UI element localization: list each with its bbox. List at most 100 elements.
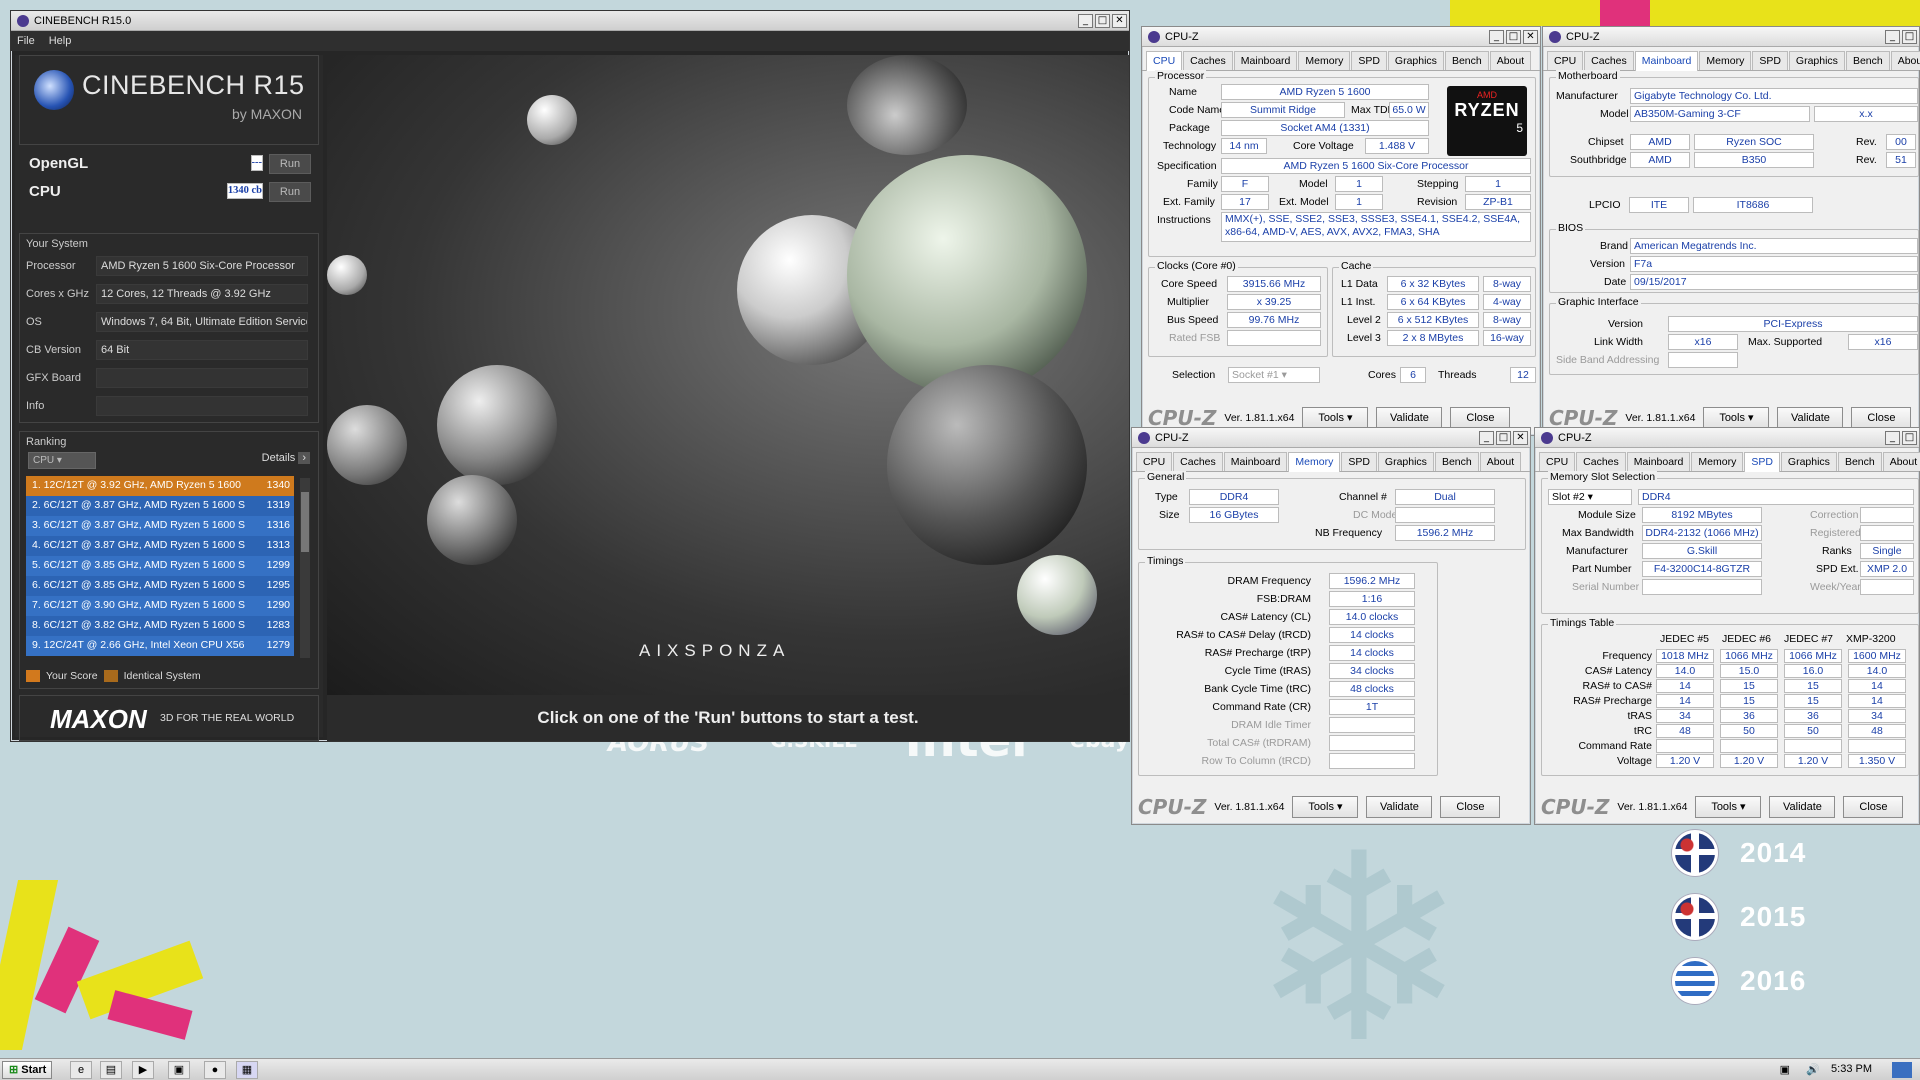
tab-cpu[interactable]: CPU	[1539, 452, 1576, 471]
title-bar[interactable]: CPU-Z _ □	[1543, 27, 1919, 47]
timing-column-header: JEDEC #6	[1722, 633, 1772, 645]
ranking-scrollbar[interactable]	[300, 478, 310, 658]
maximize-button[interactable]: □	[1902, 430, 1917, 445]
minimize-button[interactable]: _	[1489, 29, 1504, 44]
tab-graphics[interactable]: Graphics	[1387, 51, 1444, 70]
tab-spd[interactable]: SPD	[1744, 452, 1780, 472]
ranking-row[interactable]: 9. 12C/24T @ 2.66 GHz, Intel Xeon CPU X5…	[26, 636, 294, 656]
tab-graphics[interactable]: Graphics	[1788, 51, 1845, 70]
ranking-select[interactable]: CPU ▾	[28, 452, 96, 469]
minimize-button[interactable]: _	[1479, 430, 1494, 445]
tools-button[interactable]: Tools ▾	[1695, 796, 1762, 818]
ranking-row[interactable]: 8. 6C/12T @ 3.82 GHz, AMD Ryzen 5 1600 S…	[26, 616, 294, 636]
tab-caches[interactable]: Caches	[1576, 452, 1626, 471]
menu-help[interactable]: Help	[49, 35, 72, 47]
minimize-button[interactable]: _	[1078, 13, 1093, 28]
ranking-row[interactable]: 4. 6C/12T @ 3.87 GHz, AMD Ryzen 5 1600 S…	[26, 536, 294, 556]
spd-timing-cell: 36	[1720, 709, 1778, 723]
opengl-run-button[interactable]: Run	[269, 154, 311, 174]
maximize-button[interactable]: □	[1496, 430, 1511, 445]
clock[interactable]: 5:33 PM	[1831, 1063, 1872, 1075]
ranking-row[interactable]: 1. 12C/12T @ 3.92 GHz, AMD Ryzen 5 1600 1…	[26, 476, 294, 496]
bios-version-label: Version	[1590, 258, 1626, 270]
details-button[interactable]: Details ›	[262, 452, 310, 464]
spd-timing-cell: 16.0	[1784, 664, 1842, 678]
maximize-button[interactable]: □	[1902, 29, 1917, 44]
validate-button[interactable]: Validate	[1769, 796, 1836, 818]
close-app-button[interactable]: Close	[1440, 796, 1501, 818]
tab-cpu[interactable]: CPU	[1547, 51, 1584, 70]
minimize-button[interactable]: _	[1885, 430, 1900, 445]
tab-caches[interactable]: Caches	[1173, 452, 1223, 471]
close-button[interactable]: ✕	[1112, 13, 1127, 28]
tools-button[interactable]: Tools ▾	[1302, 407, 1369, 429]
tab-about[interactable]: About	[1890, 51, 1920, 70]
explorer-icon[interactable]: ▤	[100, 1061, 122, 1079]
ranking-row[interactable]: 6. 6C/12T @ 3.85 GHz, AMD Ryzen 5 1600 S…	[26, 576, 294, 596]
timing-value: 1596.2 MHz	[1329, 573, 1415, 589]
show-desktop-icon[interactable]	[1892, 1062, 1912, 1078]
volume-icon[interactable]: 🔊	[1806, 1063, 1820, 1076]
tab-graphics[interactable]: Graphics	[1377, 452, 1434, 471]
tab-about[interactable]: About	[1882, 452, 1920, 471]
tab-memory[interactable]: Memory	[1298, 51, 1351, 70]
close-button[interactable]: ✕	[1513, 430, 1528, 445]
tab-bench[interactable]: Bench	[1434, 452, 1479, 471]
close-app-button[interactable]: Close	[1450, 407, 1511, 429]
snowflake-icon: ❄	[1250, 799, 1468, 1080]
maximize-button[interactable]: □	[1506, 29, 1521, 44]
tab-graphics[interactable]: Graphics	[1780, 452, 1837, 471]
window-title: CPU-Z	[1165, 30, 1199, 43]
tab-about[interactable]: About	[1489, 51, 1532, 70]
validate-button[interactable]: Validate	[1366, 796, 1433, 818]
close-app-button[interactable]: Close	[1851, 407, 1912, 429]
close-button[interactable]: ✕	[1523, 29, 1538, 44]
ranking-row[interactable]: 7. 6C/12T @ 3.90 GHz, AMD Ryzen 5 1600 S…	[26, 596, 294, 616]
tab-mainboard[interactable]: Mainboard	[1626, 452, 1691, 471]
cpuz-taskbar-icon[interactable]: ▦	[236, 1061, 258, 1079]
title-bar[interactable]: CPU-Z _ □ ✕	[1142, 27, 1540, 47]
title-bar[interactable]: CPU-Z _ □ ✕	[1132, 428, 1530, 448]
tab-spd[interactable]: SPD	[1351, 51, 1387, 70]
ranking-row[interactable]: 3. 6C/12T @ 3.87 GHz, AMD Ryzen 5 1600 S…	[26, 516, 294, 536]
ranking-row[interactable]: 2. 6C/12T @ 3.87 GHz, AMD Ryzen 5 1600 S…	[26, 496, 294, 516]
tab-memory[interactable]: Memory	[1691, 452, 1744, 471]
tab-bench[interactable]: Bench	[1444, 51, 1489, 70]
socket-select[interactable]: Socket #1 ▾	[1228, 367, 1320, 383]
tab-mainboard[interactable]: Mainboard	[1233, 51, 1298, 70]
aixsponza-watermark: AIXSPONZA	[639, 641, 791, 660]
tab-spd[interactable]: SPD	[1341, 452, 1377, 471]
validate-button[interactable]: Validate	[1376, 407, 1443, 429]
tab-caches[interactable]: Caches	[1584, 51, 1634, 70]
close-app-button[interactable]: Close	[1843, 796, 1904, 818]
validate-button[interactable]: Validate	[1777, 407, 1844, 429]
menu-file[interactable]: File	[17, 35, 35, 47]
tools-button[interactable]: Tools ▾	[1292, 796, 1359, 818]
tab-memory[interactable]: Memory	[1288, 452, 1341, 472]
ie-icon[interactable]: e	[70, 1061, 92, 1079]
minimize-button[interactable]: _	[1885, 29, 1900, 44]
tools-button[interactable]: Tools ▾	[1703, 407, 1770, 429]
tab-memory[interactable]: Memory	[1699, 51, 1752, 70]
title-bar[interactable]: CINEBENCH R15.0 _ □ ✕	[11, 11, 1129, 31]
tab-bench[interactable]: Bench	[1837, 452, 1882, 471]
tab-caches[interactable]: Caches	[1183, 51, 1233, 70]
cinebench-taskbar-icon[interactable]: ●	[204, 1061, 226, 1079]
tab-cpu[interactable]: CPU	[1136, 452, 1173, 471]
tab-cpu[interactable]: CPU	[1146, 51, 1183, 71]
app-icon[interactable]: ▣	[168, 1061, 190, 1079]
tab-spd[interactable]: SPD	[1752, 51, 1788, 70]
maximize-button[interactable]: □	[1095, 13, 1110, 28]
cpu-run-button[interactable]: Run	[269, 182, 311, 202]
slot-select[interactable]: Slot #2 ▾	[1548, 489, 1632, 505]
start-button[interactable]: ⊞ Start	[2, 1061, 52, 1079]
tab-about[interactable]: About	[1479, 452, 1522, 471]
nbfreq-value: 1596.2 MHz	[1395, 525, 1495, 541]
network-icon[interactable]: ▣	[1780, 1063, 1790, 1076]
title-bar[interactable]: CPU-Z _ □	[1535, 428, 1919, 448]
tab-bench[interactable]: Bench	[1845, 51, 1890, 70]
ranking-row[interactable]: 5. 6C/12T @ 3.85 GHz, AMD Ryzen 5 1600 S…	[26, 556, 294, 576]
media-player-icon[interactable]: ▶	[132, 1061, 154, 1079]
tab-mainboard[interactable]: Mainboard	[1223, 452, 1288, 471]
tab-mainboard[interactable]: Mainboard	[1634, 51, 1699, 71]
